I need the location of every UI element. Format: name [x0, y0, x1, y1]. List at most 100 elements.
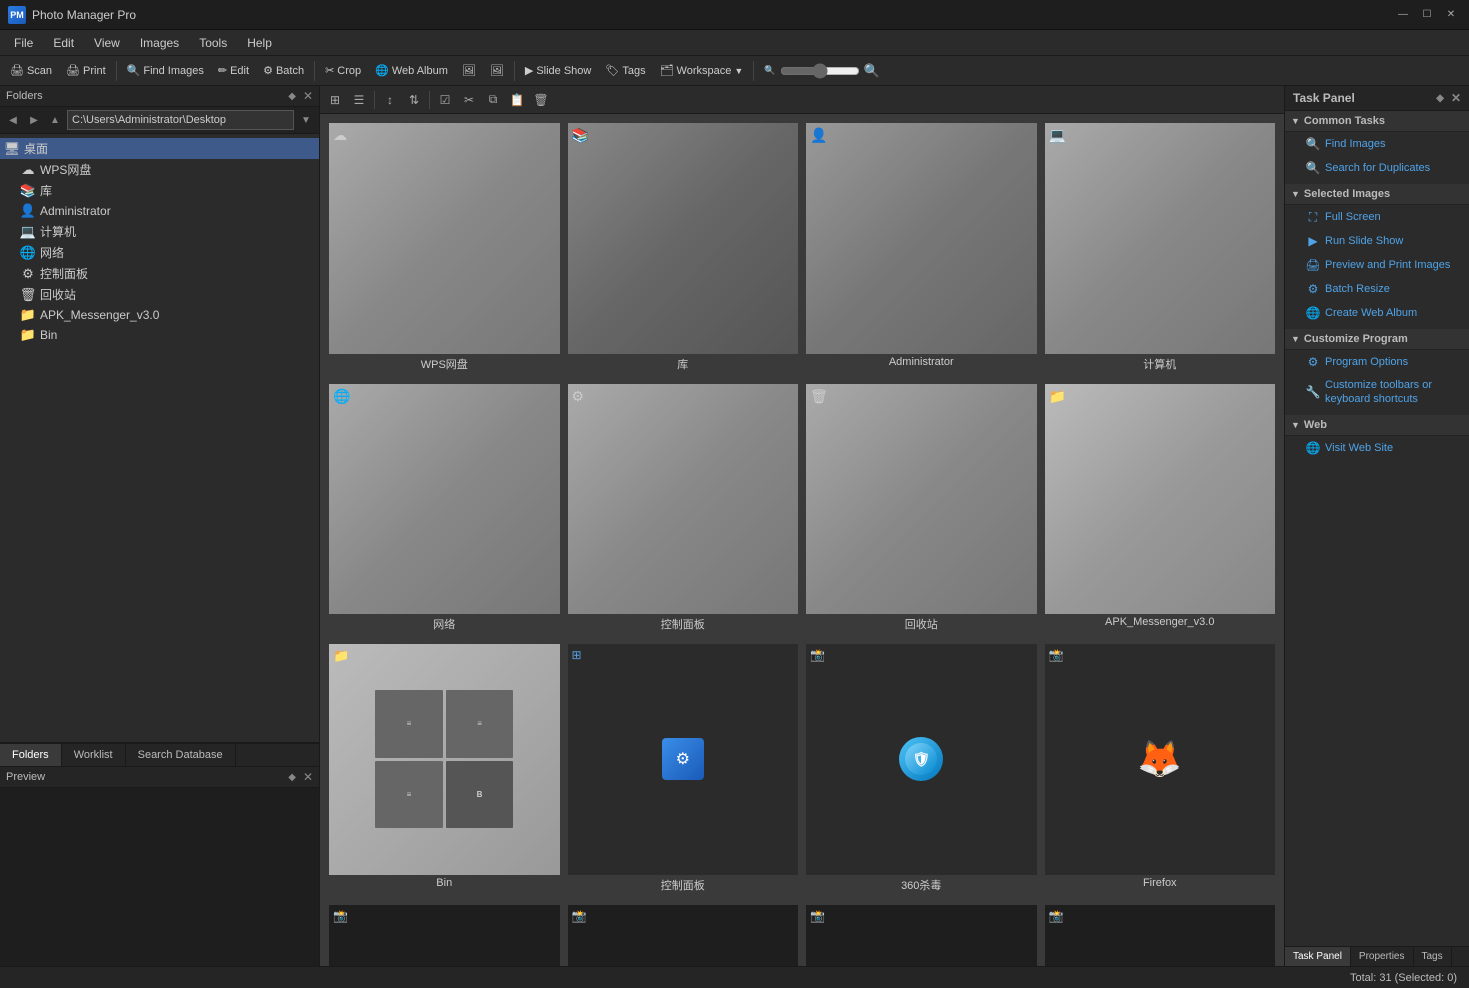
thumb-network[interactable]: 🌐 网络 [328, 383, 561, 638]
task-preview-print[interactable]: 🖨 Preview and Print Images [1285, 253, 1469, 277]
tree-item-recycle[interactable]: 🗑 回收站 [0, 284, 319, 305]
zoom-range-input[interactable] [780, 63, 860, 79]
task-customize-toolbars[interactable]: 🔧 Customize toolbars or keyboard shortcu… [1285, 374, 1469, 411]
tab-properties[interactable]: Properties [1351, 947, 1414, 966]
scan-button[interactable]: 🖨Scan [4, 62, 58, 79]
tab-search-database[interactable]: Search Database [126, 744, 236, 766]
tree-item-wps[interactable]: ☁ WPS网盘 [0, 159, 319, 180]
menu-images[interactable]: Images [130, 34, 189, 52]
tab-tags[interactable]: Tags [1414, 947, 1452, 966]
crop-button[interactable]: ✂Crop [319, 62, 367, 79]
menu-help[interactable]: Help [237, 34, 282, 52]
thumb-360[interactable]: 📸 🛡 360杀毒 [805, 643, 1038, 898]
thumb-apk[interactable]: 📁 APK_Messenger_v3.0 [1044, 383, 1277, 638]
task-run-slideshow[interactable]: ▶ Run Slide Show [1285, 229, 1469, 253]
tags-button[interactable]: 🏷Tags [599, 62, 651, 79]
task-full-screen-label: Full Screen [1325, 211, 1381, 223]
thumb-bin[interactable]: 📁 ≡ ≡ ≡ B Bin [328, 643, 561, 898]
menu-file[interactable]: File [4, 34, 43, 52]
menu-tools[interactable]: Tools [189, 34, 237, 52]
menu-edit[interactable]: Edit [43, 34, 84, 52]
thumb-recycle[interactable]: 🗑 回收站 [805, 383, 1038, 638]
customize-header[interactable]: ▼ Customize Program [1285, 329, 1469, 350]
thumb-firefox[interactable]: 📸 🦊 Firefox [1044, 643, 1277, 898]
preview-resize-icon[interactable]: ◆ [288, 772, 296, 783]
tab-bar: Folders Worklist Search Database [0, 743, 319, 766]
copy-button[interactable]: ⧉ [482, 89, 504, 111]
thumb-softmgr[interactable]: 📸 📦 软件管理 [1044, 904, 1277, 967]
task-search-duplicates[interactable]: 🔍 Search for Duplicates [1285, 156, 1469, 180]
tab-task-panel[interactable]: Task Panel [1285, 947, 1351, 966]
slideshow-button[interactable]: ▶Slide Show [519, 62, 598, 79]
tree-item-library[interactable]: 📚 库 [0, 180, 319, 201]
tree-item-desktop[interactable]: 🖥 桌面 [0, 138, 319, 159]
view-thumbs-button[interactable]: ⊞ [324, 89, 346, 111]
preview-header: Preview ◆ ✕ [0, 767, 319, 788]
edit-button[interactable]: ✏Edit [212, 62, 255, 79]
thumb-admin[interactable]: 👤 Administrator [805, 122, 1038, 377]
thumbnail-grid: ☁ WPS网盘 📚 库 👤 Administ [320, 114, 1284, 966]
task-create-web-album[interactable]: 🌐 Create Web Album [1285, 301, 1469, 325]
tree-item-bin[interactable]: 📁 Bin [0, 325, 319, 345]
menu-view[interactable]: View [84, 34, 130, 52]
thumb-wps[interactable]: ☁ WPS网盘 [328, 122, 561, 377]
panel-close-button[interactable]: ✕ [303, 89, 313, 103]
selected-images-header[interactable]: ▼ Selected Images [1285, 184, 1469, 205]
thumb-pcmgr[interactable]: 📸 🔧 电脑管家 [567, 904, 800, 967]
nav-forward-button[interactable]: ▶ [25, 111, 43, 129]
view-details-button[interactable]: ☰ [348, 89, 370, 111]
thumb-pm[interactable]: 📸 M Photo Manager Pro [328, 904, 561, 967]
thumb-box-controlpanel1: ⚙ [568, 384, 799, 615]
paste-button[interactable]: 📋 [506, 89, 528, 111]
web-album-button[interactable]: 🌐Web Album [369, 62, 454, 79]
nav-back-button[interactable]: ◀ [4, 111, 22, 129]
batch-button[interactable]: ⚙Batch [257, 62, 310, 79]
thumb-controlpanel1[interactable]: ⚙ 控制面板 [567, 383, 800, 638]
task-find-images-label: Find Images [1325, 138, 1386, 150]
minimize-button[interactable]: — [1393, 8, 1413, 22]
delete-button[interactable]: 🗑 [530, 89, 552, 111]
icons2-button[interactable]: 🖼 [484, 62, 510, 79]
sort-dir-button[interactable]: ⇅ [403, 89, 425, 111]
panel-resize-icon[interactable]: ◆ [288, 91, 296, 102]
nav-up-button[interactable]: ▲ [46, 111, 64, 129]
apk-folder-icon: 📁 [20, 307, 36, 323]
thumb-meitupics[interactable]: 📸 🖼 美图秀秀 [805, 904, 1038, 967]
icons-button[interactable]: 🖼 [456, 62, 482, 79]
web-label: Web [1304, 419, 1327, 431]
window-controls: — ☐ ✕ [1393, 8, 1461, 22]
thumb-library[interactable]: 📚 库 [567, 122, 800, 377]
web-header[interactable]: ▼ Web [1285, 415, 1469, 436]
sort-button[interactable]: ↕ [379, 89, 401, 111]
batch-resize-icon: ⚙ [1305, 281, 1321, 297]
print-button[interactable]: 🖨Print [60, 62, 112, 79]
tree-item-computer[interactable]: 💻 计算机 [0, 221, 319, 242]
maximize-button[interactable]: ☐ [1417, 8, 1437, 22]
task-find-images[interactable]: 🔍 Find Images [1285, 132, 1469, 156]
tree-item-network[interactable]: 🌐 网络 [0, 242, 319, 263]
workspace-button[interactable]: 🗂Workspace▼ [654, 62, 750, 79]
cut-button[interactable]: ✂ [458, 89, 480, 111]
address-dropdown-button[interactable]: ▼ [297, 111, 315, 129]
common-tasks-header[interactable]: ▼ Common Tasks [1285, 111, 1469, 132]
task-program-options[interactable]: ⚙ Program Options [1285, 350, 1469, 374]
task-panel-resize-icon[interactable]: ◆ [1436, 93, 1444, 104]
address-input[interactable] [67, 110, 294, 130]
close-button[interactable]: ✕ [1441, 8, 1461, 22]
task-panel-close-button[interactable]: ✕ [1451, 91, 1461, 105]
thumb-computer[interactable]: 💻 计算机 [1044, 122, 1277, 377]
find-images-button[interactable]: 🔍Find Images [121, 62, 210, 79]
tree-item-administrator[interactable]: 👤 Administrator [0, 201, 319, 221]
tab-folders[interactable]: Folders [0, 744, 62, 766]
select-all-button[interactable]: ☑ [434, 89, 456, 111]
preview-close-button[interactable]: ✕ [303, 770, 313, 784]
network-corner-icon: 🌐 [333, 388, 350, 405]
tree-item-apk[interactable]: 📁 APK_Messenger_v3.0 [0, 305, 319, 325]
thumb-controlpanel2[interactable]: ⊞ ⚙ 控制面板 [567, 643, 800, 898]
task-full-screen[interactable]: ⛶ Full Screen [1285, 205, 1469, 229]
tab-worklist[interactable]: Worklist [62, 744, 126, 766]
task-batch-resize[interactable]: ⚙ Batch Resize [1285, 277, 1469, 301]
computer-icon: 💻 [20, 224, 36, 240]
tree-item-controlpanel[interactable]: ⚙ 控制面板 [0, 263, 319, 284]
task-visit-web[interactable]: 🌐 Visit Web Site [1285, 436, 1469, 460]
